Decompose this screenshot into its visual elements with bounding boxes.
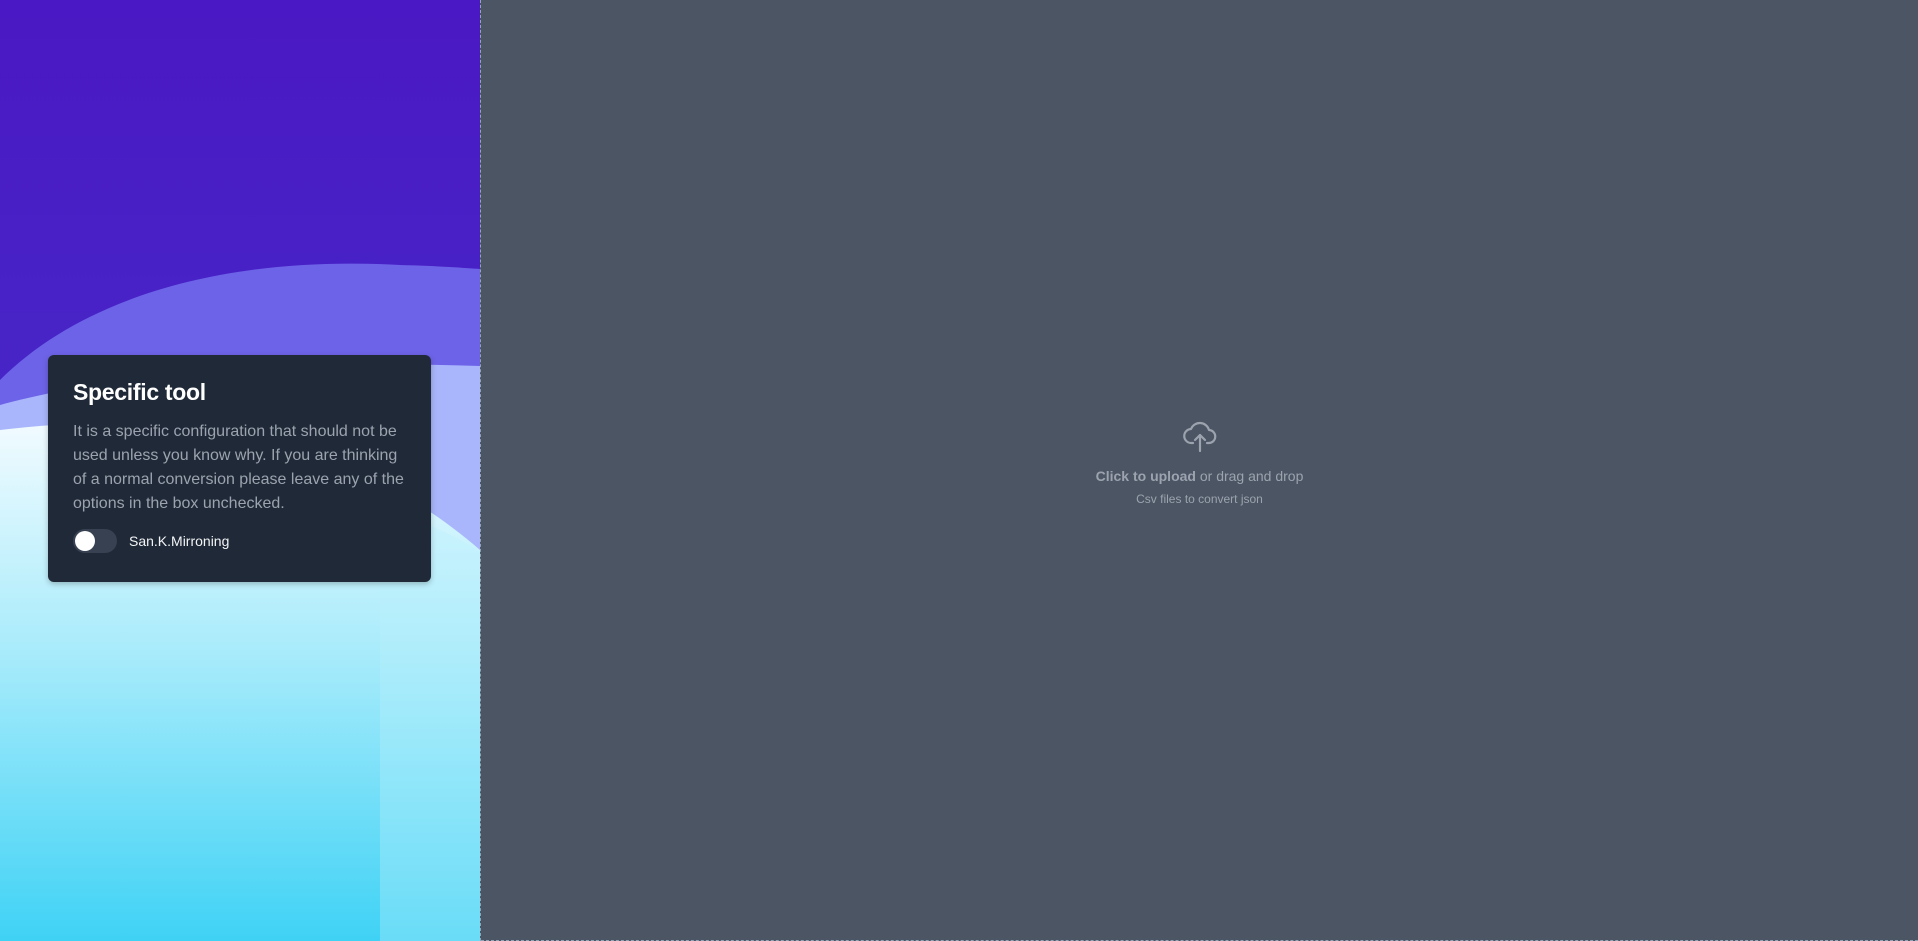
app-root: Specific tool It is a specific configura… <box>0 0 1918 941</box>
mirroring-toggle-label[interactable]: San.K.Mirroning <box>129 533 229 549</box>
card-title: Specific tool <box>73 379 206 405</box>
card-description: It is a specific configuration that shou… <box>73 423 404 512</box>
drag-drop-text: or drag and drop <box>1195 468 1304 484</box>
decorative-background-panel: Specific tool It is a specific configura… <box>0 0 480 941</box>
upload-prompt: Click to upload or drag and drop Csv fil… <box>481 418 1918 506</box>
mirroring-option-row: San.K.Mirroning <box>73 529 406 553</box>
upload-file-hint: Csv files to convert json <box>1136 492 1263 506</box>
click-to-upload-link[interactable]: Click to upload <box>1096 468 1196 484</box>
specific-tool-card: Specific tool It is a specific configura… <box>48 355 431 582</box>
upload-instructions: Click to upload or drag and drop <box>481 468 1918 484</box>
mirroring-toggle[interactable] <box>73 529 117 553</box>
toggle-knob <box>75 531 95 551</box>
cloud-upload-icon <box>1182 418 1218 454</box>
file-dropzone[interactable]: Click to upload or drag and drop Csv fil… <box>481 0 1918 941</box>
